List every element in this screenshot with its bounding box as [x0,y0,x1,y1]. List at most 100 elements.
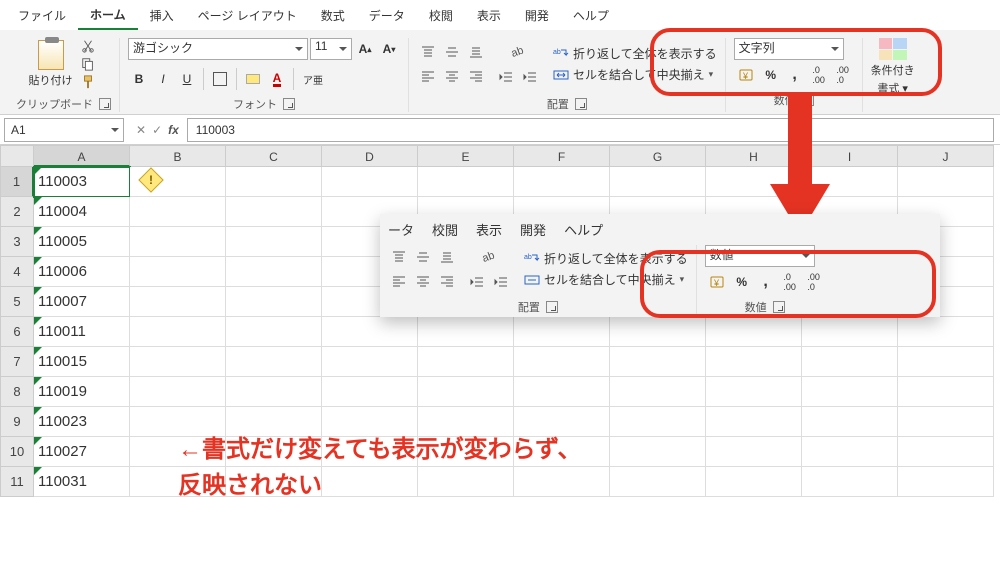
font-name-select[interactable]: 游ゴシック [128,38,308,60]
paste-label[interactable]: 貼り付け [29,72,73,88]
r2-align-middle-icon[interactable] [412,246,434,268]
cell-H7[interactable] [706,347,802,377]
cell-A4[interactable]: 110006 [34,257,130,287]
cell-F6[interactable] [514,317,610,347]
cell-C6[interactable] [226,317,322,347]
cell-G9[interactable] [610,407,706,437]
cell-J1[interactable] [898,167,994,197]
cell-C8[interactable] [226,377,322,407]
r2-align-right-icon[interactable] [436,270,458,292]
column-header-G[interactable]: G [610,145,706,167]
font-dialog-launcher[interactable] [283,98,295,110]
cell-F1[interactable] [514,167,610,197]
cell-G8[interactable] [610,377,706,407]
cell-G6[interactable] [610,317,706,347]
menu-insert[interactable]: 挿入 [138,2,186,29]
row-header-1[interactable]: 1 [0,167,34,197]
cell-C4[interactable] [226,257,322,287]
r2-align-top-icon[interactable] [388,246,410,268]
border-button[interactable] [209,68,231,90]
font-size-select[interactable]: 11 [310,38,352,60]
align-right-icon[interactable] [465,65,487,87]
menu-pagelayout[interactable]: ページ レイアウト [186,2,309,29]
cell-I8[interactable] [802,377,898,407]
r2-align-dialog-launcher[interactable] [546,301,558,313]
cell-C3[interactable] [226,227,322,257]
cell-H9[interactable] [706,407,802,437]
paste-icon[interactable] [38,40,64,70]
column-header-D[interactable]: D [322,145,418,167]
cell-A2[interactable]: 110004 [34,197,130,227]
fill-color-button[interactable] [242,68,264,90]
outdent-icon[interactable] [495,66,517,88]
orientation-icon[interactable]: ab [495,40,541,62]
r2-tab-view[interactable]: 表示 [476,220,502,239]
r2-indent-icon[interactable] [490,271,512,293]
r2-tab-developer[interactable]: 開発 [520,220,546,239]
cell-D8[interactable] [322,377,418,407]
r2-tab-data[interactable]: ータ [388,220,414,239]
row-header-10[interactable]: 10 [0,437,34,467]
fx-icon[interactable]: fx [168,123,179,137]
cell-J11[interactable] [898,467,994,497]
cell-H11[interactable] [706,467,802,497]
cell-I9[interactable] [802,407,898,437]
column-header-F[interactable]: F [514,145,610,167]
menu-data[interactable]: データ [357,2,417,29]
menu-review[interactable]: 校閲 [417,2,465,29]
increase-font-icon[interactable]: A▴ [354,38,376,60]
cell-J8[interactable] [898,377,994,407]
align-middle-icon[interactable] [441,41,463,63]
r2-tab-review[interactable]: 校閲 [432,220,458,239]
r2-align-bottom-icon[interactable] [436,246,458,268]
cell-C5[interactable] [226,287,322,317]
row-header-5[interactable]: 5 [0,287,34,317]
bold-button[interactable]: B [128,68,150,90]
column-header-C[interactable]: C [226,145,322,167]
menu-developer[interactable]: 開発 [513,2,561,29]
cell-E8[interactable] [418,377,514,407]
cell-F8[interactable] [514,377,610,407]
cell-J9[interactable] [898,407,994,437]
align-center-icon[interactable] [441,65,463,87]
row-header-2[interactable]: 2 [0,197,34,227]
cell-H6[interactable] [706,317,802,347]
cut-icon[interactable] [77,38,99,54]
name-box[interactable]: A1 [4,118,124,142]
clipboard-dialog-launcher[interactable] [99,98,111,110]
menu-file[interactable]: ファイル [6,2,78,29]
cancel-icon[interactable]: ✕ [136,123,146,137]
cell-A8[interactable]: 110019 [34,377,130,407]
align-dialog-launcher[interactable] [575,98,587,110]
menu-home[interactable]: ホーム [78,1,138,30]
cell-B6[interactable] [130,317,226,347]
ruby-button[interactable]: ア亜 [299,68,327,90]
align-top-icon[interactable] [417,41,439,63]
align-left-icon[interactable] [417,65,439,87]
menu-formulas[interactable]: 数式 [309,2,357,29]
row-header-9[interactable]: 9 [0,407,34,437]
copy-icon[interactable] [77,56,99,72]
cell-B8[interactable] [130,377,226,407]
cell-F7[interactable] [514,347,610,377]
cell-G11[interactable] [610,467,706,497]
format-painter-icon[interactable] [77,74,99,90]
cell-I7[interactable] [802,347,898,377]
cell-I11[interactable] [802,467,898,497]
row-header-11[interactable]: 11 [0,467,34,497]
row-header-6[interactable]: 6 [0,317,34,347]
cell-C7[interactable] [226,347,322,377]
cell-A1[interactable]: 110003 [34,167,130,197]
cell-A5[interactable]: 110007 [34,287,130,317]
cell-A9[interactable]: 110023 [34,407,130,437]
cell-E1[interactable] [418,167,514,197]
cell-D6[interactable] [322,317,418,347]
row-header-4[interactable]: 4 [0,257,34,287]
row-header-8[interactable]: 8 [0,377,34,407]
cell-H10[interactable] [706,437,802,467]
row-header-7[interactable]: 7 [0,347,34,377]
r2-align-center-icon[interactable] [412,270,434,292]
menu-view[interactable]: 表示 [465,2,513,29]
cell-D1[interactable] [322,167,418,197]
cell-B5[interactable] [130,287,226,317]
